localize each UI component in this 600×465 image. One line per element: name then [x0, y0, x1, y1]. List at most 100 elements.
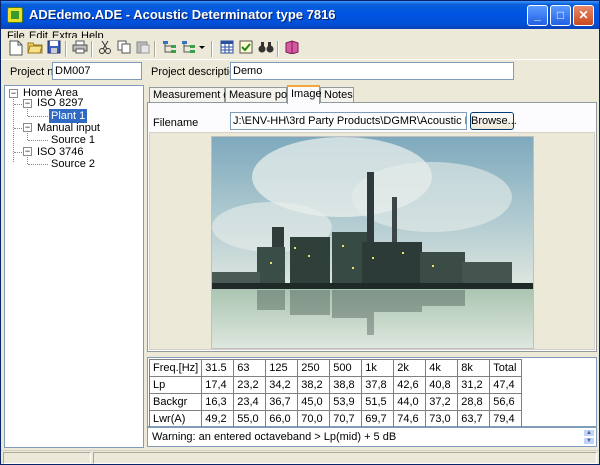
table-cell[interactable]: 63,7: [457, 410, 491, 428]
tree-dropdown-icon[interactable]: [181, 40, 205, 58]
tree-node-source-2[interactable]: Source 2: [49, 157, 97, 171]
table-header-cell: 500: [329, 359, 363, 377]
table-cell[interactable]: 73,0: [425, 410, 459, 428]
book-icon[interactable]: [283, 40, 301, 58]
table-cell[interactable]: 42,6: [393, 376, 427, 394]
table-cell[interactable]: 79,4: [489, 410, 523, 428]
table-cell[interactable]: 38,8: [329, 376, 363, 394]
collapse-icon[interactable]: −: [23, 99, 32, 108]
new-file-icon[interactable]: [7, 40, 25, 58]
scroll-down-icon[interactable]: ▼: [583, 437, 595, 445]
table-row: Lwr(A) 49,2 55,0 66,0 70,0 70,7 69,7 74,6 73,0 63…: [148, 410, 523, 428]
browse-button[interactable]: Browse...: [470, 112, 517, 130]
filename-field[interactable]: J:\ENV-HH\3rd Party Products\DGMR\Acoust…: [230, 112, 467, 130]
table-cell[interactable]: 51,5: [361, 393, 395, 411]
open-folder-icon[interactable]: [26, 40, 44, 58]
table-cell[interactable]: 23,2: [233, 376, 267, 394]
table-cell[interactable]: 28,8: [457, 393, 491, 411]
minimize-button[interactable]: _: [527, 5, 548, 26]
toolbar: [1, 38, 599, 60]
maximize-button[interactable]: □: [550, 5, 571, 26]
tree-node-iso-8297[interactable]: ISO 8297: [35, 96, 85, 110]
status-cell: [3, 452, 91, 464]
table-header-cell: 2k: [393, 359, 427, 377]
project-tree[interactable]: − Home Area − ISO 8297 Plant 1 − Manual …: [4, 85, 144, 448]
app-icon[interactable]: [7, 7, 23, 23]
tree-icon[interactable]: [161, 40, 179, 58]
status-cell: [93, 452, 597, 464]
table-cell[interactable]: 38,2: [297, 376, 331, 394]
table-row: Backgr 16,3 23,4 36,7 45,0 53,9 51,5 44,0 37,2 28…: [148, 393, 523, 411]
table-cell[interactable]: 70,7: [329, 410, 363, 428]
plant-photo: [211, 136, 534, 349]
table-cell[interactable]: 40,8: [425, 376, 459, 394]
table-cell[interactable]: 56,6: [489, 393, 523, 411]
table-row: Freq.[Hz] 31.5 63 125 250 500 1k 2k 4k 8k Total: [148, 359, 523, 377]
binoculars-icon[interactable]: [257, 40, 275, 58]
table-cell[interactable]: 53,9: [329, 393, 363, 411]
table-cell[interactable]: 36,7: [265, 393, 299, 411]
table-cell[interactable]: 45,0: [297, 393, 331, 411]
table-header-cell: 1k: [361, 359, 395, 377]
table-cell[interactable]: 70,0: [297, 410, 331, 428]
table-header-cell: 250: [297, 359, 331, 377]
project-description-field[interactable]: Demo: [230, 62, 514, 80]
table-cell[interactable]: 49,2: [201, 410, 235, 428]
window-title: ADEdemo.ADE - Acoustic Determinator type…: [29, 7, 336, 22]
results-grid[interactable]: Freq.[Hz] 31.5 63 125 250 500 1k 2k 4k 8k Total Lp…: [147, 357, 597, 428]
table-header-cell: Freq.[Hz]: [148, 359, 203, 377]
collapse-icon[interactable]: −: [23, 123, 32, 132]
app-window: ADEdemo.ADE - Acoustic Determinator type…: [0, 0, 600, 465]
cut-icon[interactable]: [96, 40, 114, 58]
paste-icon[interactable]: [134, 40, 152, 58]
table-cell[interactable]: 37,2: [425, 393, 459, 411]
table-header-cell: 63: [233, 359, 267, 377]
table-cell[interactable]: 17,4: [201, 376, 235, 394]
table-cell[interactable]: 47,4: [489, 376, 523, 394]
table-header-cell: Total: [489, 359, 523, 377]
tab-image[interactable]: Image: [287, 85, 322, 104]
warning-text: Warning: an entered octaveband > Lp(mid)…: [152, 431, 397, 443]
table-cell[interactable]: 55,0: [233, 410, 267, 428]
warning-scrollbar[interactable]: ▲ ▼: [583, 429, 595, 445]
table-cell[interactable]: 16,3: [201, 393, 235, 411]
table-cell[interactable]: 44,0: [393, 393, 427, 411]
tab-measurement-data[interactable]: Measurement data: [149, 87, 245, 103]
table-header-cell: 8k: [457, 359, 491, 377]
table-icon[interactable]: [218, 40, 236, 58]
table-cell[interactable]: 69,7: [361, 410, 395, 428]
table-cell[interactable]: 66,0: [265, 410, 299, 428]
project-description-label: Project description: [151, 66, 242, 78]
scroll-up-icon[interactable]: ▲: [583, 429, 595, 437]
image-tab-panel: Filename J:\ENV-HH\3rd Party Products\DG…: [147, 102, 597, 352]
table-header-cell: 4k: [425, 359, 459, 377]
title-bar[interactable]: ADEdemo.ADE - Acoustic Determinator type…: [1, 1, 599, 29]
table-cell[interactable]: 34,2: [265, 376, 299, 394]
row-label-cell: Backgr: [148, 393, 203, 411]
tab-notes[interactable]: Notes: [320, 87, 354, 103]
row-label-cell: Lp: [148, 376, 203, 394]
table-header-cell: 31.5: [201, 359, 235, 377]
copy-icon[interactable]: [115, 40, 133, 58]
filename-label: Filename: [153, 117, 199, 129]
table-cell[interactable]: 31,2: [457, 376, 491, 394]
table-row: Lp 17,4 23,2 34,2 38,2 38,8 37,8 42,6 40,8 31,2 47…: [148, 376, 523, 394]
table-cell[interactable]: 74,6: [393, 410, 427, 428]
checklist-icon[interactable]: [237, 40, 255, 58]
tab-strip: Measurement data Measure points Image No…: [147, 85, 597, 104]
collapse-icon[interactable]: −: [23, 147, 32, 156]
save-icon[interactable]: [45, 40, 63, 58]
tab-measure-points[interactable]: Measure points: [225, 87, 304, 103]
status-bar: [1, 450, 599, 464]
table-header-cell: 125: [265, 359, 299, 377]
results-table: Freq.[Hz] 31.5 63 125 250 500 1k 2k 4k 8k Total Lp…: [148, 359, 523, 428]
image-frame: [149, 132, 595, 350]
warning-box: Warning: an entered octaveband > Lp(mid)…: [147, 427, 597, 447]
collapse-icon[interactable]: −: [9, 89, 18, 98]
close-button[interactable]: ✕: [573, 5, 594, 26]
table-cell[interactable]: 37,8: [361, 376, 395, 394]
project-row: Project nr. DM007 Project description De…: [1, 60, 599, 84]
project-nr-field[interactable]: DM007: [52, 62, 142, 80]
table-cell[interactable]: 23,4: [233, 393, 267, 411]
print-icon[interactable]: [71, 40, 89, 58]
